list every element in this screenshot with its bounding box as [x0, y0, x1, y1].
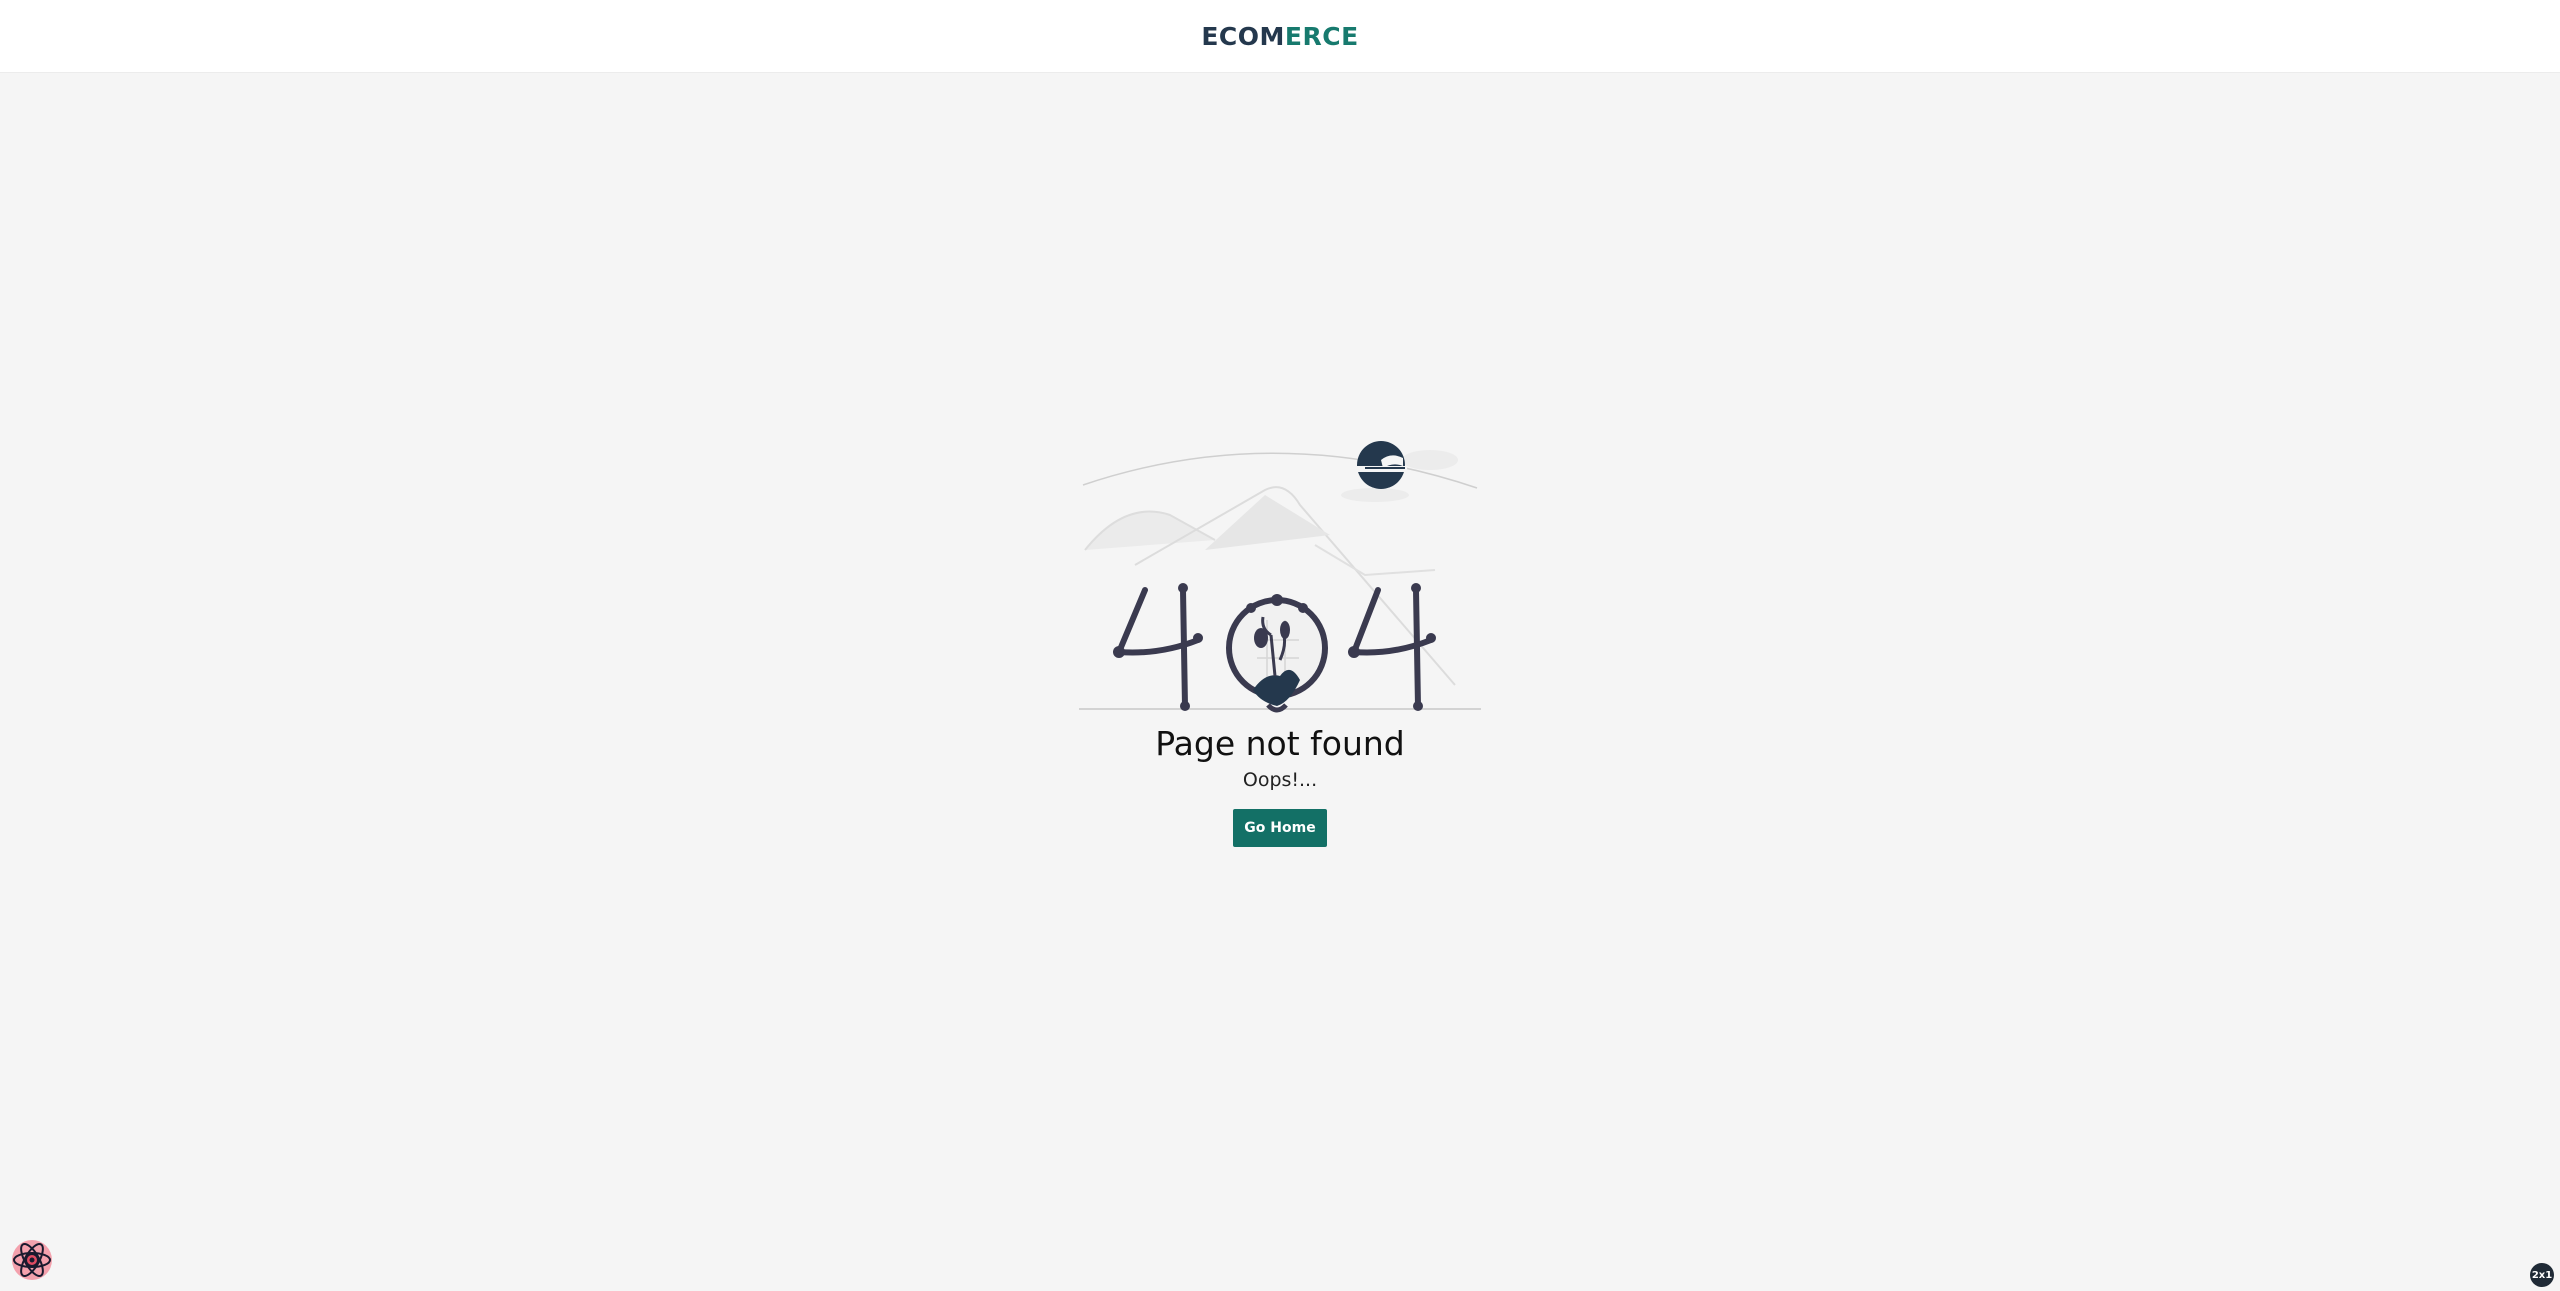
- moon-icon: [1357, 441, 1407, 489]
- top-navbar: ECOMERCE: [0, 0, 2560, 73]
- go-home-button[interactable]: Go Home: [1233, 809, 1327, 847]
- logo-part-ecom: ECOM: [1201, 21, 1285, 51]
- digit-zero: [1226, 594, 1328, 713]
- digit-four-right: [1349, 587, 1434, 709]
- digit-four-left: [1114, 587, 1201, 709]
- 404-illustration: [1079, 441, 1481, 713]
- brand-logo-link[interactable]: ECOMERCE: [1201, 22, 1358, 51]
- page-title: Page not found: [1155, 724, 1405, 763]
- react-devtools-icon[interactable]: [10, 1238, 54, 1282]
- logo-part-erce: ERCE: [1284, 21, 1359, 51]
- page-subtitle: Oops!...: [1242, 769, 1318, 791]
- corner-badge[interactable]: 2x1: [2530, 1263, 2554, 1287]
